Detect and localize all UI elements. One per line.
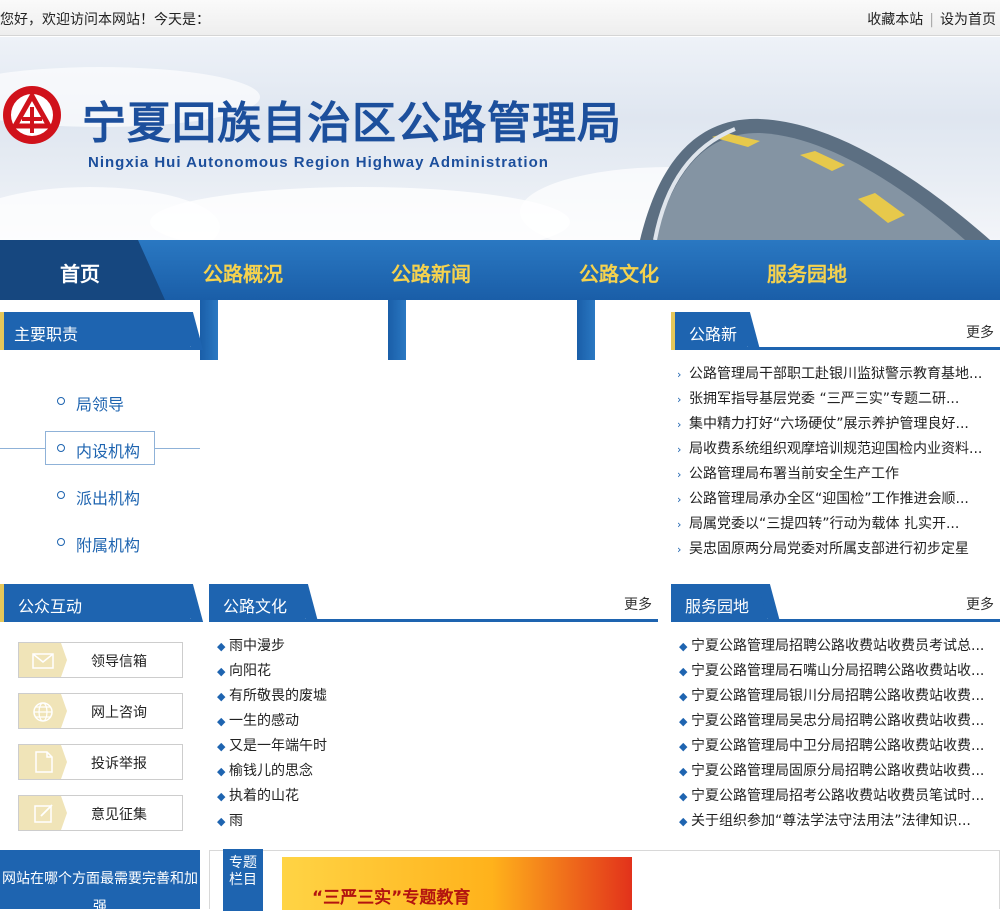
special-topics-tab: 专题栏目 — [223, 849, 263, 911]
set-home-link[interactable]: 设为首页 — [940, 12, 996, 28]
service-list: ◆ 宁夏公路管理局招聘公路收费站收费员考试总... ◆ 宁夏公路管理局石嘴山分局招聘… — [679, 634, 995, 834]
list-item[interactable]: ◆ 榆钱儿的思念 — [217, 759, 657, 784]
list-item[interactable]: › 公路管理局布署当前安全生产工作 — [677, 462, 995, 487]
list-item[interactable]: ◆ 又是一年端午时 — [217, 734, 657, 759]
edit-icon — [34, 804, 53, 823]
duty-item-departments[interactable]: 内设机构 — [0, 431, 200, 465]
list-item[interactable]: ◆ 宁夏公路管理局石嘴山分局招聘公路收费站收... — [679, 659, 995, 684]
news-list: › 公路管理局干部职工赴银川监狱警示教育基地... › 张拥军指导基层党委 “三严三… — [677, 362, 995, 562]
bookmark-link[interactable]: 收藏本站 — [867, 12, 923, 28]
main-nav: 首页 公路概况 公路新闻 公路文化 服务园地 — [0, 240, 1000, 300]
list-item[interactable]: ◆ 宁夏公路管理局吴忠分局招聘公路收费站收费... — [679, 709, 995, 734]
list-item[interactable]: ◆ 关于组织参加“尊法学法守法用法”法律知识... — [679, 809, 995, 834]
logo-icon — [3, 86, 61, 144]
service-more-link[interactable]: 更多 — [966, 594, 994, 614]
culture-list: ◆ 雨中漫步 ◆ 向阳花 ◆ 有所敬畏的废墟 ◆ 一生的感动 ◆ 又是一年端午时 ◆ 榆钱儿… — [217, 634, 657, 834]
news-title: 公路新闻 — [675, 312, 747, 368]
list-item[interactable]: ◆ 有所敬畏的废墟 — [217, 684, 657, 709]
list-item[interactable]: ◆ 宁夏公路管理局招聘公路收费站收费员考试总... — [679, 634, 995, 659]
document-icon — [35, 751, 53, 773]
list-item[interactable]: › 吴忠固原两分局党委对所属支部进行初步定星 — [677, 537, 995, 562]
duty-title: 主要职责 — [0, 312, 190, 350]
nav-home[interactable]: 首页 — [60, 258, 100, 287]
complaint-button[interactable]: 投诉举报 — [18, 744, 183, 780]
welcome-text: 您好，欢迎访问本网站！今天是： — [0, 12, 210, 28]
globe-icon — [33, 702, 53, 722]
interact-title: 公众互动 — [4, 584, 190, 622]
site-title: 宁夏回族自治区公路管理局 — [82, 98, 622, 149]
top-bar: 您好，欢迎访问本网站！今天是： 收藏本站 | 设为首页 — [0, 0, 1000, 36]
list-item[interactable]: ◆ 雨中漫步 — [217, 634, 657, 659]
list-item[interactable]: › 公路管理局干部职工赴银川监狱警示教育基地... — [677, 362, 995, 387]
culture-header: 公路文化 更多 — [209, 584, 658, 622]
list-item[interactable]: ◆ 宁夏公路管理局招考公路收费站收费员笔试时... — [679, 784, 995, 809]
list-item[interactable]: › 局属党委以“三提四转”行动为载体 扎实开... — [677, 512, 995, 537]
nav-service[interactable]: 服务园地 — [767, 258, 847, 287]
list-item[interactable]: › 局收费系统组织观摩培训规范迎国检内业资料... — [677, 437, 995, 462]
duty-item-branches[interactable]: 派出机构 — [0, 478, 200, 512]
site-subtitle: Ningxia Hui Autonomous Region Highway Ad… — [88, 154, 549, 171]
list-item[interactable]: ◆ 宁夏公路管理局固原分局招聘公路收费站收费... — [679, 759, 995, 784]
special-topic-banner-text: “三严三实”专题教育 — [312, 888, 471, 908]
duty-item-leaders[interactable]: 局领导 — [0, 384, 200, 418]
list-item[interactable]: › 张拥军指导基层党委 “三严三实”专题二研... — [677, 387, 995, 412]
list-item[interactable]: ◆ 宁夏公路管理局银川分局招聘公路收费站收费... — [679, 684, 995, 709]
survey-question[interactable]: 网站在哪个方面最需要完善和加强 — [0, 850, 200, 915]
leader-mailbox-button[interactable]: 领导信箱 — [18, 642, 183, 678]
feedback-button[interactable]: 意见征集 — [18, 795, 183, 831]
header-banner: 宁夏回族自治区公路管理局 Ningxia Hui Autonomous Regi… — [0, 37, 1000, 240]
mail-icon — [32, 653, 54, 669]
list-item[interactable]: ◆ 宁夏公路管理局中卫分局招聘公路收费站收费... — [679, 734, 995, 759]
list-item[interactable]: ◆ 执着的山花 — [217, 784, 657, 809]
list-item[interactable]: › 集中精力打好“六场硬仗”展示养护管理良好... — [677, 412, 995, 437]
list-item[interactable]: › 公路管理局承办全区“迎国检”工作推进会顺... — [677, 487, 995, 512]
list-item[interactable]: ◆ 一生的感动 — [217, 709, 657, 734]
special-topics: 专题栏目 “三严三实”专题教育 — [209, 849, 1000, 911]
interact-header: 公众互动 — [0, 584, 200, 622]
online-consult-button[interactable]: 网上咨询 — [18, 693, 183, 729]
duty-item-affiliates[interactable]: 附属机构 — [0, 525, 200, 559]
news-more-link[interactable]: 更多 — [966, 322, 994, 342]
list-item[interactable]: ◆ 向阳花 — [217, 659, 657, 684]
list-item[interactable]: ◆ 雨 — [217, 809, 657, 834]
service-header: 服务园地 更多 — [671, 584, 1000, 622]
duty-header: 主要职责 — [0, 312, 200, 350]
nav-highway-culture[interactable]: 公路文化 — [579, 258, 659, 287]
nav-highway-news[interactable]: 公路新闻 — [391, 258, 471, 287]
culture-title: 公路文化 — [209, 584, 305, 622]
culture-more-link[interactable]: 更多 — [624, 594, 652, 614]
top-links: 收藏本站 | 设为首页 — [867, 12, 996, 28]
news-header: 公路新闻 更多 — [671, 312, 1000, 368]
nav-highway-overview[interactable]: 公路概况 — [203, 258, 283, 287]
service-title: 服务园地 — [671, 584, 767, 622]
special-topic-banner[interactable]: “三严三实”专题教育 — [282, 857, 632, 910]
